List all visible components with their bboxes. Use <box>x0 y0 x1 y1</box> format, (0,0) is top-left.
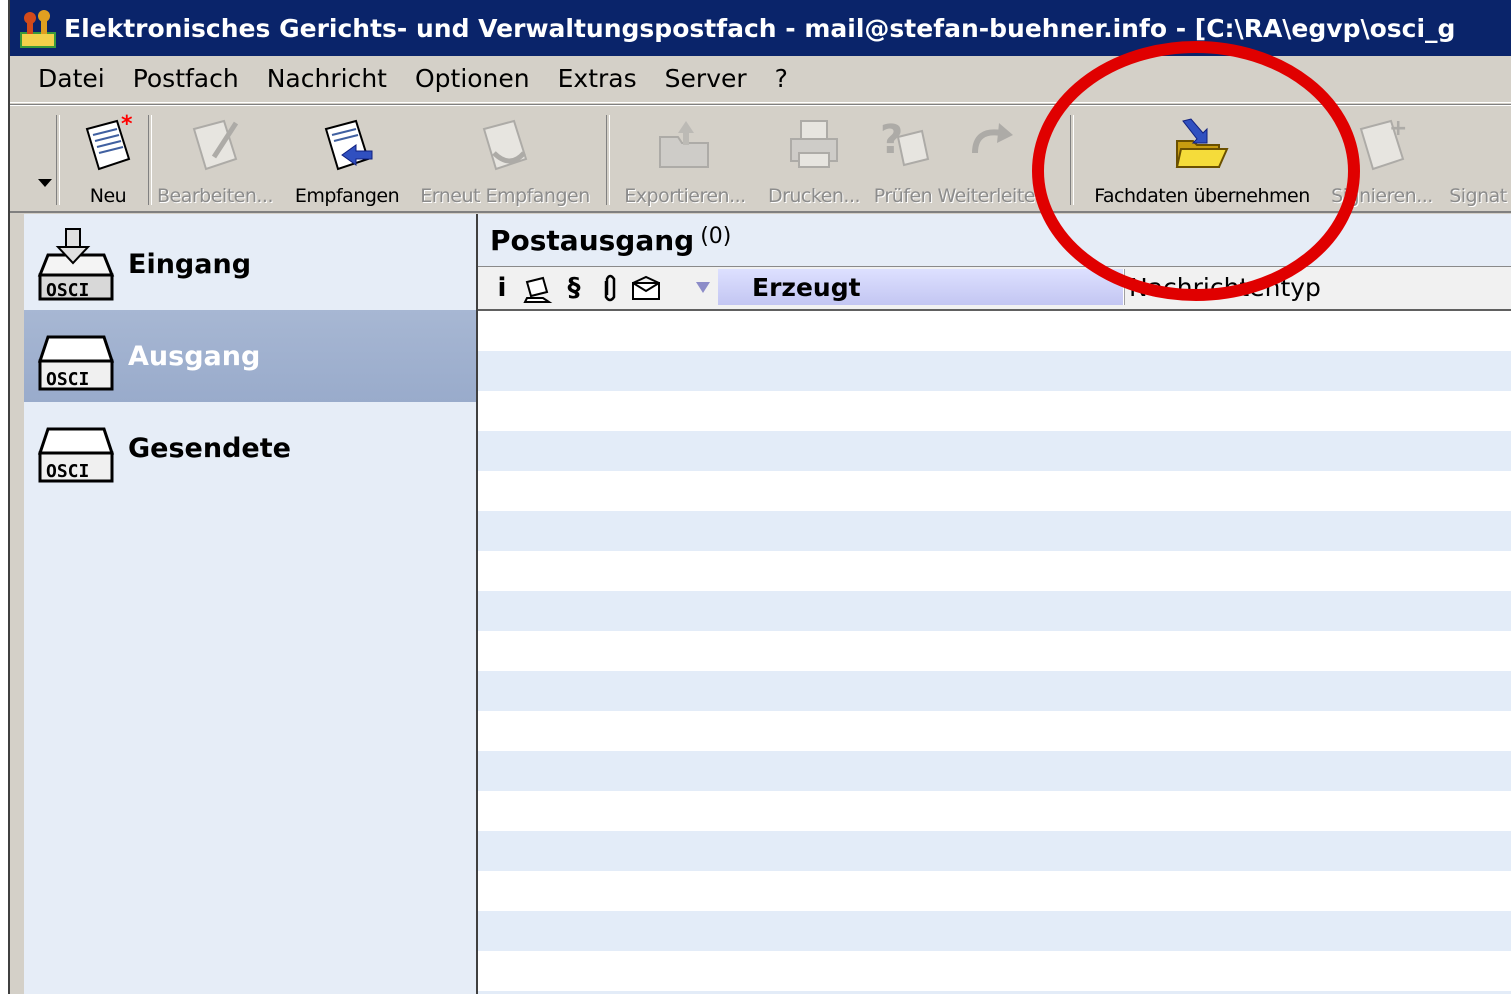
sidebar-item-label: Eingang <box>128 248 252 280</box>
svg-text:OSCI: OSCI <box>46 461 89 482</box>
menu-nachricht[interactable]: Nachricht <box>253 59 401 99</box>
signatur-button[interactable]: Signat <box>1438 105 1511 211</box>
neu-label: Neu <box>89 185 127 207</box>
pruefen-label: Prüfen <box>873 185 933 207</box>
menu-server[interactable]: Server <box>651 59 761 99</box>
export-folder-icon <box>659 121 709 168</box>
neu-button[interactable]: * Neu <box>66 105 150 211</box>
folder-sidebar: OSCI Eingang OSCI Ausgang OSCI Gesendete <box>24 214 478 994</box>
column-erzeugt-label: Erzeugt <box>752 272 861 302</box>
menu-extras[interactable]: Extras <box>544 59 651 99</box>
menu-datei[interactable]: Datei <box>10 59 119 99</box>
svg-text:OSCI: OSCI <box>46 280 89 301</box>
printer-icon <box>790 120 838 168</box>
svg-text:OSCI: OSCI <box>46 369 89 390</box>
menu-help[interactable]: ? <box>761 59 802 99</box>
sidebar-item-eingang[interactable]: OSCI Eingang <box>24 218 476 310</box>
erneut-empfangen-label: Erneut Empfangen <box>420 185 590 207</box>
verify-icon: ? <box>880 117 930 167</box>
signatur-label: Signat <box>1449 185 1507 207</box>
edit-icon <box>192 119 239 171</box>
egvp-app-icon <box>20 10 56 48</box>
toolbar-separator <box>56 115 60 205</box>
sidebar-item-ausgang[interactable]: OSCI Ausgang <box>24 310 476 402</box>
column-paragraph[interactable]: § <box>556 269 592 307</box>
exportieren-label: Exportieren... <box>624 185 746 207</box>
window-left-edge <box>0 0 10 994</box>
new-message-icon: * <box>85 113 133 171</box>
empfangen-label: Empfangen <box>294 185 400 207</box>
paragraph-icon: § <box>567 273 581 303</box>
column-read-status[interactable] <box>628 269 664 307</box>
erneut-empfangen-button[interactable]: Erneut Empfangen <box>410 105 600 211</box>
page-title: Postausgang <box>490 223 695 257</box>
envelope-icon <box>632 275 660 300</box>
info-icon: i <box>497 273 507 303</box>
sidebar-item-label: Gesendete <box>128 432 291 464</box>
svg-text:+: + <box>1389 116 1407 141</box>
column-info[interactable]: i <box>484 269 520 307</box>
paperclip-icon <box>604 274 616 302</box>
bearbeiten-label: Bearbeiten... <box>156 185 274 207</box>
outbox-tray-icon: OSCI <box>37 335 115 391</box>
toolbar-separator <box>606 115 610 205</box>
empfangen-button[interactable]: Empfangen <box>286 105 408 211</box>
message-count: (0) <box>700 223 732 249</box>
receive-again-icon <box>482 119 528 171</box>
exportieren-button[interactable]: Exportieren... <box>614 105 756 211</box>
toolbar-dropdown-icon[interactable] <box>38 179 52 189</box>
sidebar-item-label: Ausgang <box>128 340 261 372</box>
sort-descending-icon <box>696 282 710 293</box>
menu-postfach[interactable]: Postfach <box>119 59 253 99</box>
pruefen-button[interactable]: ? Prüfen <box>872 105 934 211</box>
drucken-button[interactable]: Drucken... <box>758 105 870 211</box>
sidebar-item-gesendete[interactable]: OSCI Gesendete <box>24 402 476 494</box>
receive-icon <box>324 119 373 171</box>
svg-text:*: * <box>121 113 133 137</box>
message-list[interactable] <box>478 311 1511 994</box>
drucken-label: Drucken... <box>767 185 861 207</box>
message-list-pane: Postausgang (0) i § Erzeugt Nachrichtent… <box>478 214 1511 994</box>
menu-optionen[interactable]: Optionen <box>401 59 544 99</box>
forward-icon <box>972 123 1013 154</box>
sent-tray-icon: OSCI <box>37 427 115 483</box>
inbox-tray-icon: OSCI <box>37 228 115 301</box>
bearbeiten-button[interactable]: Bearbeiten... <box>152 105 278 211</box>
column-sender[interactable] <box>520 269 556 307</box>
column-attachment[interactable] <box>592 269 628 307</box>
hand-envelope-icon <box>523 276 553 303</box>
highlight-circle-annotation <box>1032 41 1360 301</box>
